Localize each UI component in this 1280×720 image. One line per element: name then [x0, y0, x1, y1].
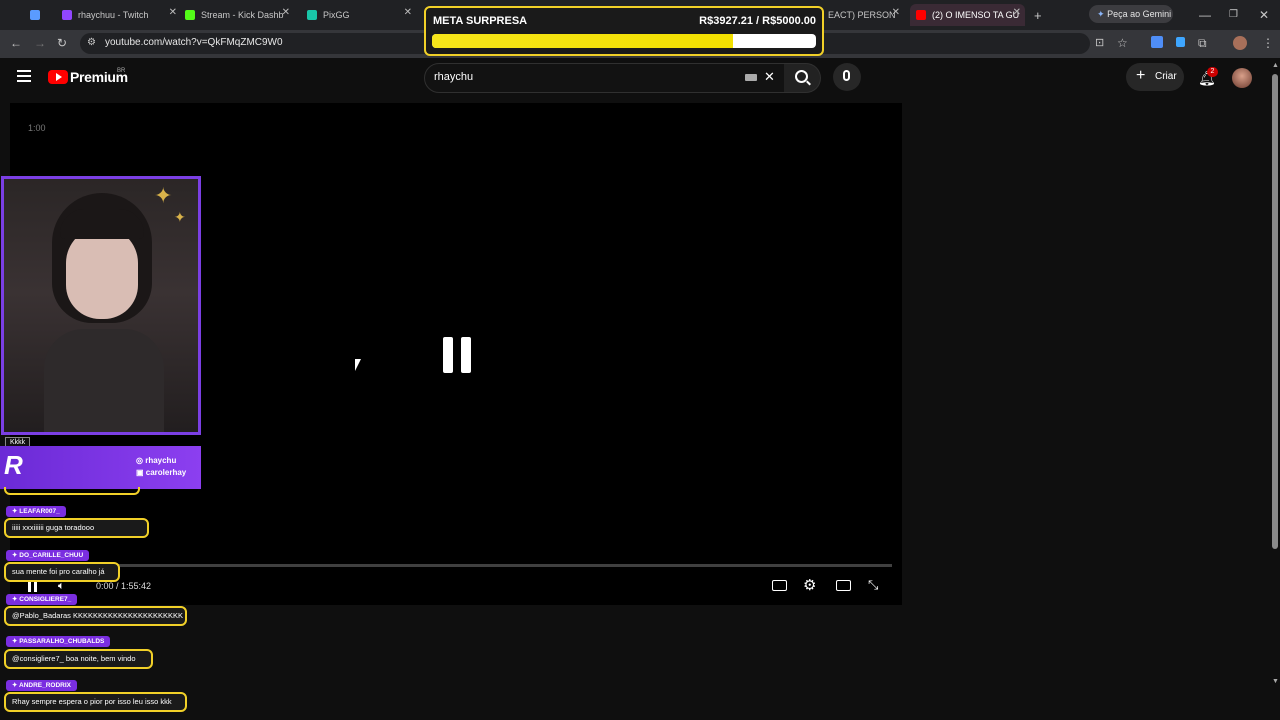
microphone-icon — [843, 70, 850, 81]
streamer-webcam: ✦ ✦ — [1, 176, 201, 435]
webcam-bangs — [60, 209, 144, 239]
pixgg-icon — [307, 10, 317, 20]
restore-icon[interactable]: ❐ — [1229, 8, 1238, 22]
tab-label: (2) O IMENSO TA GU — [932, 10, 1020, 20]
goal-amount: R$3927.21 / R$5000.00 — [699, 15, 816, 27]
create-label: Criar — [1155, 71, 1177, 82]
time-display: 0:00 / 1:55:42 — [96, 581, 152, 591]
extension-icon[interactable] — [1176, 37, 1185, 47]
chat-message: Rhay sempre espera o pior por isso leu i… — [4, 692, 187, 712]
chat-username: ✦ LEAFAR007_ — [6, 506, 66, 517]
install-app-icon[interactable]: ⊡ — [1095, 36, 1104, 50]
chat-msg-fragment — [4, 487, 140, 495]
site-info-icon[interactable]: ⚙ — [87, 36, 96, 50]
keyboard-icon[interactable] — [745, 74, 757, 81]
webcam-body — [44, 329, 164, 432]
goal-title: META SURPRESA — [433, 15, 528, 27]
tab-label: Stream - Kick Dashb — [201, 10, 284, 20]
close-tab-icon[interactable]: ✕ — [282, 7, 290, 18]
chat-username: ✦ ANDRE_RODRIX — [6, 680, 78, 691]
goal-progress-fill — [432, 34, 734, 48]
gemini-label: Peça ao Gemini — [1107, 9, 1172, 19]
back-icon[interactable]: ← — [10, 36, 22, 50]
logo-region: BR — [117, 68, 126, 74]
gemini-icon: ✦ — [1097, 9, 1105, 19]
twitch-icon — [62, 10, 72, 20]
youtube-logo-icon[interactable] — [48, 70, 68, 84]
captions-icon[interactable] — [772, 580, 787, 591]
pinned-tab-icon — [30, 10, 40, 20]
forward-icon[interactable]: → — [34, 36, 46, 50]
chat-message: iiiii xxxiiiiii guga toradooo — [4, 518, 149, 538]
tab-youtube-active[interactable]: (2) O IMENSO TA GU ✕ — [910, 4, 1025, 26]
bookmark-star-icon[interactable]: ☆ — [1117, 36, 1128, 50]
chat-message: sua mente foi pro caralho já — [4, 562, 120, 582]
webcam-face — [66, 227, 138, 319]
extensions-puzzle-icon[interactable]: ⧉ — [1198, 36, 1207, 50]
page-scrollbar[interactable]: ▲ ▼ — [1270, 62, 1280, 688]
progress-bar[interactable] — [20, 564, 892, 567]
tab-youtube-react[interactable]: EACT) PERSON ✕ — [828, 4, 900, 26]
tab-twitch[interactable]: rhaychuu - Twitch ✕ — [62, 4, 177, 26]
browser-menu-icon[interactable]: ⋮ — [1262, 36, 1274, 50]
close-window-icon[interactable]: ✕ — [1259, 8, 1269, 22]
search-input[interactable]: rhaychu — [434, 71, 473, 83]
mouse-cursor-icon — [355, 359, 361, 371]
search-box[interactable] — [424, 63, 786, 93]
profile-avatar[interactable] — [1233, 36, 1247, 50]
pause-icon[interactable] — [443, 337, 471, 373]
fullscreen-icon[interactable]: ⤡ — [868, 577, 878, 593]
close-tab-icon[interactable]: ✕ — [169, 7, 177, 18]
close-tab-icon[interactable]: ✕ — [404, 7, 412, 18]
scrollbar-thumb[interactable] — [1272, 74, 1278, 549]
social-banner: R ◎ rhaychu ▣ carolerhay — [0, 446, 201, 489]
youtube-icon — [916, 10, 926, 20]
chat-message: @Pablo_Badaras KKKKKKKKKKKKKKKKKKKKKK — [4, 606, 187, 626]
minimize-icon[interactable]: — — [1199, 8, 1211, 22]
player-time-top: 1:00 — [28, 123, 46, 133]
close-tab-icon[interactable]: ✕ — [1013, 7, 1021, 18]
hamburger-menu-icon[interactable] — [17, 70, 31, 82]
tab-pixgg[interactable]: PixGG ✕ — [307, 4, 412, 26]
tab-label: rhaychuu - Twitch — [78, 10, 149, 20]
banner-handle-2: ▣ carolerhay — [136, 468, 187, 477]
clear-search-icon[interactable]: ✕ — [764, 70, 775, 84]
star-decoration-icon: ✦ — [154, 183, 173, 208]
notification-count-badge: 2 — [1207, 67, 1218, 77]
youtube-avatar[interactable] — [1232, 68, 1252, 88]
extension-download-icon[interactable] — [1151, 36, 1163, 48]
url-text[interactable]: youtube.com/watch?v=QkFMqZMC9W0 — [105, 37, 283, 48]
settings-gear-icon[interactable]: ⚙ — [803, 576, 816, 594]
star-decoration-icon: ✦ — [174, 209, 186, 225]
goal-progress-track — [432, 34, 816, 48]
chat-message: @consigliere7_ boa noite, bem vindo — [4, 649, 153, 669]
close-tab-icon[interactable]: ✕ — [892, 7, 900, 18]
plus-icon: + — [1136, 67, 1146, 84]
kick-icon — [185, 10, 195, 20]
reload-icon[interactable]: ↻ — [57, 36, 67, 50]
gemini-button[interactable]: ✦ Peça ao Gemini — [1089, 5, 1173, 23]
banner-logo: R — [4, 450, 23, 480]
new-tab-button[interactable]: + — [1034, 4, 1048, 26]
donation-goal-overlay — [424, 6, 824, 56]
theater-mode-icon[interactable] — [836, 580, 851, 591]
tab-label: EACT) PERSON — [828, 10, 896, 20]
tab-label: PixGG — [323, 10, 350, 20]
tab-kick[interactable]: Stream - Kick Dashb ✕ — [185, 4, 290, 26]
tab-pinned[interactable] — [30, 4, 50, 26]
banner-handle-1: ◎ rhaychu — [136, 456, 177, 465]
chat-username: ✦ DO_CARILLE_CHUU — [6, 550, 90, 561]
chat-username: ✦ CONSIGLIERE7_ — [6, 594, 78, 605]
chat-username: ✦ PASSARALHO_CHUBALDS — [6, 636, 111, 647]
